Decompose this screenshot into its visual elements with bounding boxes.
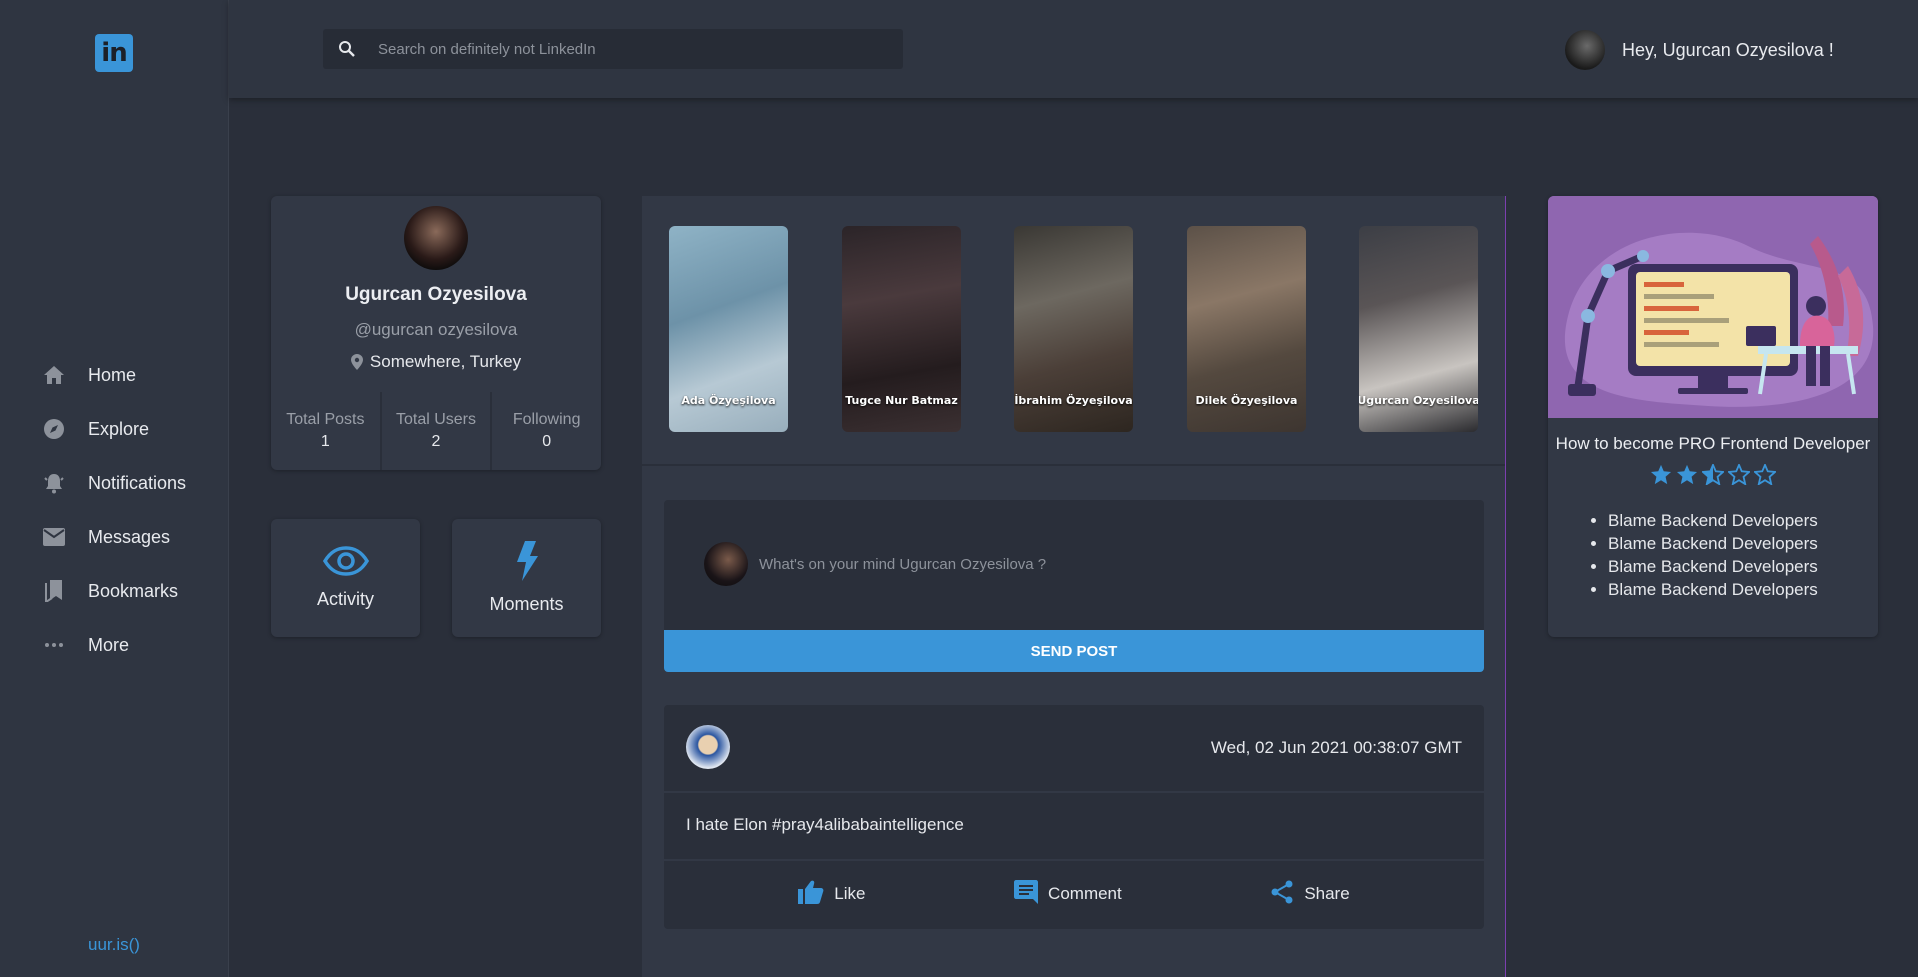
stat-value: 0	[542, 433, 552, 450]
list-item: Blame Backend Developers	[1608, 578, 1878, 601]
location-pin-icon	[350, 354, 363, 370]
composer-avatar	[704, 542, 748, 586]
moments-tile[interactable]: Moments	[452, 519, 601, 637]
avatar	[1565, 30, 1605, 70]
profile-handle: @ugurcan ozyesilova	[354, 320, 518, 339]
footer-link[interactable]: uur.is()	[88, 935, 140, 955]
post-card: Wed, 02 Jun 2021 00:38:07 GMT I hate Elo…	[664, 705, 1484, 929]
tile-label: Moments	[489, 594, 564, 614]
bell-icon	[40, 469, 68, 497]
story-name: Ada Özyeşilova	[681, 394, 776, 407]
story-card[interactable]: Ugurcan Ozyesilova	[1359, 226, 1478, 432]
bookmark-icon	[40, 577, 68, 605]
activity-tile[interactable]: Activity	[271, 519, 420, 637]
sidebar-item-label: More	[88, 634, 130, 655]
course-rating	[1548, 464, 1878, 485]
story-name: İbrahim Özyeşilova	[1014, 394, 1133, 407]
sidebar-item-home[interactable]: Home	[40, 348, 186, 402]
eye-icon	[322, 546, 369, 581]
sidebar-item-label: Home	[88, 364, 137, 385]
profile-location: Somewhere, Turkey	[271, 352, 601, 372]
sidebar-item-label: Explore	[88, 418, 150, 439]
logo-text: in	[101, 38, 127, 68]
comment-icon	[1014, 879, 1039, 909]
search-bar	[323, 29, 903, 69]
sidebar-nav: Home Explore Notifications Messages Book…	[40, 348, 186, 672]
topbar: Hey, Ugurcan Ozyesilova !	[229, 0, 1918, 98]
comment-label: Comment	[1048, 884, 1122, 903]
story-name: Ugurcan Ozyesilova	[1359, 394, 1478, 407]
post-composer: SEND POST	[664, 500, 1484, 672]
stat-total-users: Total Users 2	[382, 392, 493, 470]
like-label: Like	[834, 884, 866, 903]
story-card[interactable]: Ada Özyeşilova	[669, 226, 788, 432]
stat-label: Following	[512, 411, 581, 428]
search-input[interactable]	[378, 40, 878, 58]
course-title: How to become PRO Frontend Developer	[1555, 434, 1871, 453]
story-name: Dilek Özyeşilova	[1195, 394, 1298, 407]
course-illustration	[1548, 196, 1878, 418]
star-filled-icon	[1650, 464, 1672, 485]
compass-icon	[40, 415, 68, 443]
stories-strip: Ada Özyeşilova Tugce Nur Batmaz İbrahim …	[642, 196, 1505, 466]
thumbs-up-icon	[798, 880, 824, 909]
sidebar-item-messages[interactable]: Messages	[40, 510, 186, 564]
location-text: Somewhere, Turkey	[369, 352, 522, 371]
share-label: Share	[1304, 884, 1350, 903]
star-empty-icon	[1754, 464, 1776, 485]
comment-button[interactable]: Comment	[1014, 879, 1122, 909]
greeting-text: Hey, Ugurcan Ozyesilova !	[1622, 39, 1834, 60]
story-card[interactable]: İbrahim Özyeşilova	[1014, 226, 1133, 432]
feed: Ada Özyeşilova Tugce Nur Batmaz İbrahim …	[642, 196, 1506, 977]
story-card[interactable]: Tugce Nur Batmaz	[842, 226, 961, 432]
send-post-button[interactable]: SEND POST	[664, 630, 1484, 672]
home-icon	[40, 361, 68, 389]
sidebar: in Home Explore Notifications Messages B…	[0, 0, 229, 977]
course-card: How to become PRO Frontend Developer Bla…	[1548, 196, 1878, 637]
profile-stats: Total Posts 1 Total Users 2 Following 0	[271, 392, 601, 470]
sidebar-item-label: Notifications	[88, 472, 187, 493]
sidebar-item-label: Messages	[88, 526, 171, 547]
like-button[interactable]: Like	[798, 880, 865, 909]
post-body: I hate Elon #pray4alibabaintelligence	[664, 793, 1484, 861]
share-button[interactable]: Share	[1270, 880, 1350, 909]
sidebar-item-explore[interactable]: Explore	[40, 402, 186, 456]
profile-card: Ugurcan Ozyesilova @ugurcan ozyesilova S…	[271, 196, 601, 470]
course-bullets: Blame Backend Developers Blame Backend D…	[1548, 509, 1878, 601]
sidebar-item-notifications[interactable]: Notifications	[40, 456, 186, 510]
list-item: Blame Backend Developers	[1608, 555, 1878, 578]
post-date: Wed, 02 Jun 2021 00:38:07 GMT	[1210, 738, 1462, 757]
stat-label: Total Users	[395, 411, 477, 428]
story-name: Tugce Nur Batmaz	[845, 394, 958, 407]
star-filled-icon	[1676, 464, 1698, 485]
list-item: Blame Backend Developers	[1608, 509, 1878, 532]
sidebar-item-bookmarks[interactable]: Bookmarks	[40, 564, 186, 618]
stat-label: Total Posts	[286, 411, 365, 428]
stat-value: 1	[320, 433, 330, 450]
star-half-icon	[1702, 464, 1724, 485]
post-header: Wed, 02 Jun 2021 00:38:07 GMT	[664, 705, 1484, 793]
profile-name: Ugurcan Ozyesilova	[345, 284, 527, 305]
lightning-icon	[515, 541, 539, 586]
story-card[interactable]: Dilek Özyeşilova	[1187, 226, 1306, 432]
search-icon	[338, 39, 358, 59]
stat-total-posts: Total Posts 1	[271, 392, 382, 470]
stat-following: Following 0	[492, 392, 601, 470]
tile-label: Activity	[316, 589, 374, 609]
sidebar-item-label: Bookmarks	[88, 580, 179, 601]
star-empty-icon	[1728, 464, 1750, 485]
profile-avatar[interactable]	[404, 206, 468, 270]
user-greeting[interactable]: Hey, Ugurcan Ozyesilova !	[1565, 30, 1834, 70]
linkedin-logo[interactable]: in	[95, 34, 133, 72]
stat-value: 2	[431, 433, 441, 450]
sidebar-item-more[interactable]: More	[40, 618, 186, 672]
list-item: Blame Backend Developers	[1608, 532, 1878, 555]
post-author-avatar[interactable]	[686, 725, 730, 769]
post-actions: Like Comment Share	[664, 861, 1484, 927]
post-input[interactable]	[759, 550, 1439, 578]
more-icon	[40, 631, 68, 659]
mail-icon	[40, 523, 68, 551]
share-icon	[1270, 880, 1294, 909]
